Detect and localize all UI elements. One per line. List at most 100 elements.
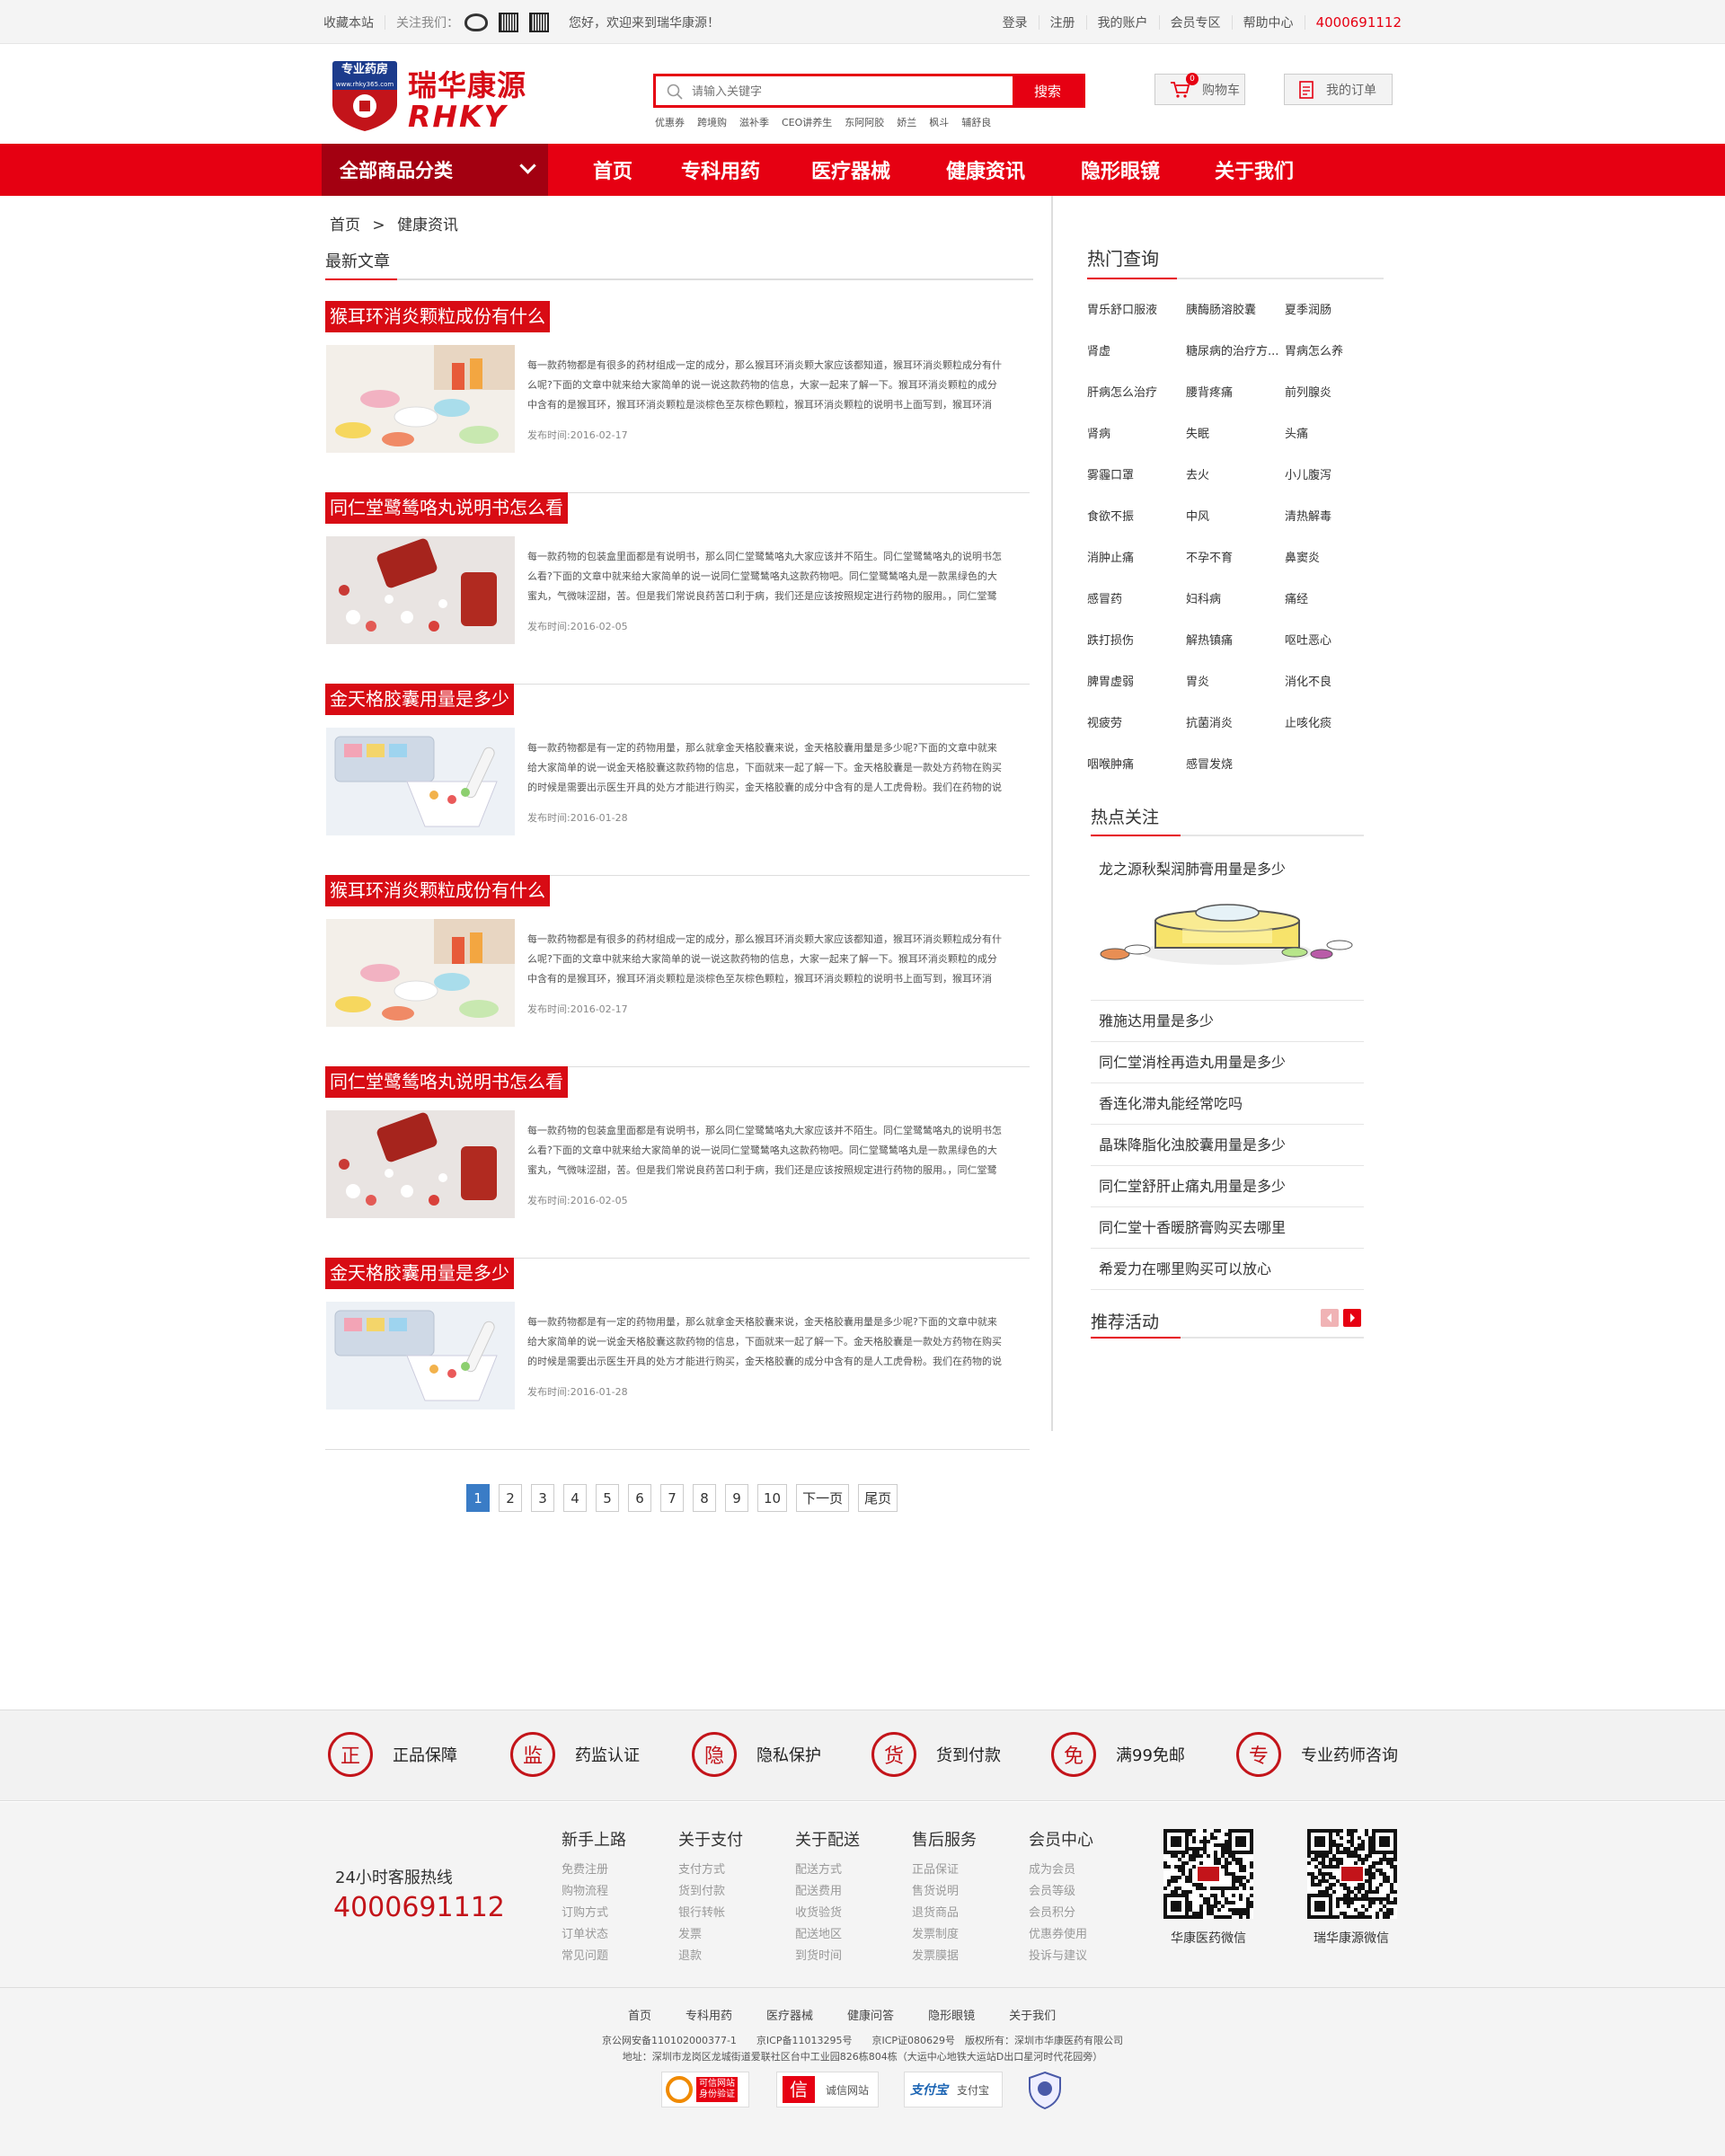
footer-link[interactable]: 配送费用 [795,1881,894,1903]
page-button[interactable]: 9 [725,1484,748,1512]
footer-link[interactable]: 发票膜据 [912,1946,1011,1967]
footer-nav-link[interactable]: 首页 [628,2006,651,2023]
hot-query-link[interactable]: 咽喉肿痛 [1087,756,1186,798]
hot-query-link[interactable]: 雾霾口罩 [1087,467,1186,508]
page-button[interactable]: 5 [596,1484,619,1512]
hot-query-link[interactable]: 妇科病 [1186,591,1285,632]
footer-link[interactable]: 售货说明 [912,1881,1011,1903]
article-thumbnail[interactable] [326,1110,515,1218]
footer-link[interactable]: 退款 [678,1946,777,1967]
footer-link[interactable]: 优惠券使用 [1029,1924,1128,1946]
footer-link[interactable]: 会员积分 [1029,1903,1128,1924]
footer-link[interactable]: 成为会员 [1029,1860,1128,1881]
hot-keyword[interactable]: 枫斗 [929,115,949,129]
hot-query-link[interactable]: 呕吐恶心 [1285,632,1384,674]
focus-link[interactable]: 香连化滞丸能经常吃吗 [1091,1083,1364,1125]
article-thumbnail[interactable] [326,728,515,835]
footer-link[interactable]: 订单状态 [562,1924,660,1946]
page-button[interactable]: 10 [757,1484,788,1512]
footer-link[interactable]: 免费注册 [562,1860,660,1881]
weibo-icon[interactable] [464,13,488,31]
page-button[interactable]: 3 [531,1484,554,1512]
hot-query-link[interactable]: 解热镇痛 [1186,632,1285,674]
credit-site-badge[interactable]: 信 诚信网站 [776,2072,879,2107]
footer-nav-link[interactable]: 医疗器械 [766,2006,813,2023]
hot-query-link[interactable]: 胃乐舒口服液 [1087,302,1186,343]
prev-arrow-icon[interactable] [1321,1309,1339,1327]
nav-medical-devices[interactable]: 医疗器械 [811,144,890,196]
footer-link[interactable]: 货到付款 [678,1881,777,1903]
alipay-badge[interactable]: 支付宝 支付宝 [904,2072,1003,2107]
next-arrow-icon[interactable] [1343,1309,1361,1327]
hot-keyword[interactable]: 娇兰 [897,115,916,129]
footer-link[interactable]: 退货商品 [912,1903,1011,1924]
hot-query-link[interactable]: 前列腺炎 [1285,384,1384,426]
hot-query-link[interactable]: 肾虚 [1087,343,1186,384]
hot-keyword[interactable]: 滋补季 [739,115,769,129]
hot-query-link[interactable]: 鼻窦炎 [1285,550,1384,591]
footer-nav-link[interactable]: 健康问答 [847,2006,894,2023]
hot-query-link[interactable]: 消肿止痛 [1087,550,1186,591]
hot-keyword[interactable]: 跨境购 [697,115,727,129]
hot-keyword[interactable]: CEO讲养生 [782,115,832,129]
nav-about-us[interactable]: 关于我们 [1215,144,1294,196]
qr-code-icon[interactable] [499,12,518,32]
register-link[interactable]: 注册 [1050,13,1075,31]
qr-code-icon[interactable] [529,12,549,32]
focus-link[interactable]: 同仁堂十香暖脐膏购买去哪里 [1091,1207,1364,1249]
hot-query-link[interactable]: 胃病怎么养 [1285,343,1384,384]
hot-query-link[interactable]: 食欲不振 [1087,508,1186,550]
hot-keyword[interactable]: 优惠券 [655,115,685,129]
help-center-link[interactable]: 帮助中心 [1243,13,1294,31]
hot-query-link[interactable]: 胰酶肠溶胶囊 [1186,302,1285,343]
hot-query-link[interactable]: 痛经 [1285,591,1384,632]
login-link[interactable]: 登录 [1003,13,1028,31]
footer-link[interactable]: 到货时间 [795,1946,894,1967]
focus-link[interactable]: 雅施达用量是多少 [1091,1001,1364,1042]
breadcrumb-home[interactable]: 首页 [330,216,360,234]
footer-link[interactable]: 常见问题 [562,1946,660,1967]
focus-top-image[interactable] [1092,889,1362,970]
last-page-button[interactable]: 尾页 [858,1484,898,1512]
article-thumbnail[interactable] [326,919,515,1027]
police-shield-icon[interactable] [1027,2071,1063,2110]
focus-link[interactable]: 同仁堂舒肝止痛丸用量是多少 [1091,1166,1364,1207]
article-title[interactable]: 同仁堂鹭鸶咯丸说明书怎么看 [325,1066,568,1098]
focus-link[interactable]: 晶珠降脂化浊胶囊用量是多少 [1091,1125,1364,1166]
nav-health-news[interactable]: 健康资讯 [946,144,1025,196]
hot-query-link[interactable]: 中风 [1186,508,1285,550]
page-button[interactable]: 4 [563,1484,587,1512]
nav-specialty-drugs[interactable]: 专科用药 [681,144,760,196]
footer-link[interactable]: 正品保证 [912,1860,1011,1881]
page-button[interactable]: 8 [693,1484,716,1512]
hot-query-link[interactable]: 视疲劳 [1087,715,1186,756]
hot-query-link[interactable]: 失眠 [1186,426,1285,467]
next-page-button[interactable]: 下一页 [796,1484,850,1512]
nav-contact-lenses[interactable]: 隐形眼镜 [1081,144,1160,196]
footer-link[interactable]: 配送方式 [795,1860,894,1881]
hot-query-link[interactable]: 不孕不育 [1186,550,1285,591]
my-orders-button[interactable]: 我的订单 [1284,74,1393,105]
trusted-site-badge[interactable]: 可信网站 身份验证 [661,2072,749,2107]
hot-query-link[interactable]: 跌打损伤 [1087,632,1186,674]
cart-button[interactable]: 0 购物车 [1154,73,1245,105]
nav-home[interactable]: 首页 [593,144,632,196]
hot-query-link[interactable]: 消化不良 [1285,674,1384,715]
hot-query-link[interactable]: 抗菌消炎 [1186,715,1285,756]
footer-nav-link[interactable]: 隐形眼镜 [928,2006,975,2023]
hot-query-link[interactable]: 夏季润肠 [1285,302,1384,343]
my-account-link[interactable]: 我的账户 [1098,13,1148,31]
article-thumbnail[interactable] [326,536,515,644]
footer-link[interactable]: 发票制度 [912,1924,1011,1946]
hot-query-link[interactable]: 糖尿病的治疗方... [1186,343,1285,384]
member-zone-link[interactable]: 会员专区 [1171,13,1221,31]
search-button[interactable]: 搜索 [1013,76,1083,105]
footer-link[interactable]: 订购方式 [562,1903,660,1924]
article-title[interactable]: 金天格胶囊用量是多少 [325,1258,514,1289]
hot-query-link[interactable]: 止咳化痰 [1285,715,1384,756]
article-title[interactable]: 猴耳环消炎颗粒成份有什么 [325,301,550,332]
hot-query-link[interactable]: 清热解毒 [1285,508,1384,550]
focus-top-title[interactable]: 龙之源秋梨润肺膏用量是多少 [1099,857,1286,879]
article-title[interactable]: 猴耳环消炎颗粒成份有什么 [325,875,550,906]
hot-query-link[interactable]: 腰背疼痛 [1186,384,1285,426]
